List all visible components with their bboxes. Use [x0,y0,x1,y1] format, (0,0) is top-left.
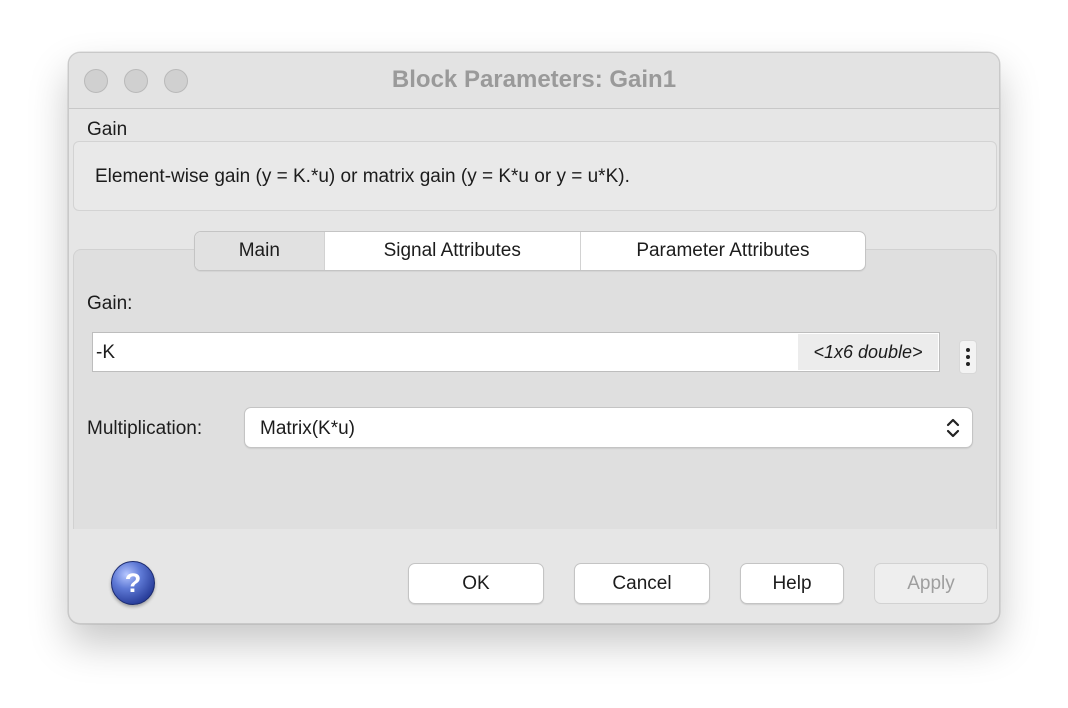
tab-signal-attributes[interactable]: Signal Attributes [325,232,581,270]
block-parameters-dialog: Block Parameters: Gain1 Gain Element-wis… [68,52,1000,624]
block-description: Element-wise gain (y = K.*u) or matrix g… [95,166,630,187]
multiplication-select-value: Matrix(K*u) [260,418,356,439]
gain-label: Gain: [87,293,133,314]
gain-input-value[interactable]: -K [96,342,115,364]
apply-button[interactable]: Apply [874,563,988,604]
multiplication-select[interactable]: Matrix(K*u) [244,407,973,448]
tab-parameter-attributes[interactable]: Parameter Attributes [581,232,865,270]
title-bar[interactable]: Block Parameters: Gain1 [69,53,999,109]
main-tab-panel [73,249,997,529]
gain-input[interactable]: -K <1x6 double> [92,332,940,372]
block-type-label: Gain [87,119,128,140]
window-title: Block Parameters: Gain1 [391,66,677,93]
tab-bar: Main Signal Attributes Parameter Attribu… [194,231,866,271]
gain-type-hint: <1x6 double> [798,334,938,370]
block-description-box: Element-wise gain (y = K.*u) or matrix g… [73,141,997,211]
ok-button[interactable]: OK [408,563,544,604]
kebab-vertical-icon[interactable] [959,340,977,374]
multiplication-label: Multiplication: [87,418,203,439]
help-button[interactable]: Help [740,563,844,604]
chevron-up-down-icon [946,418,960,438]
cancel-button[interactable]: Cancel [574,563,710,604]
tab-main[interactable]: Main [195,232,325,270]
question-circle-icon[interactable]: ? [111,561,155,605]
